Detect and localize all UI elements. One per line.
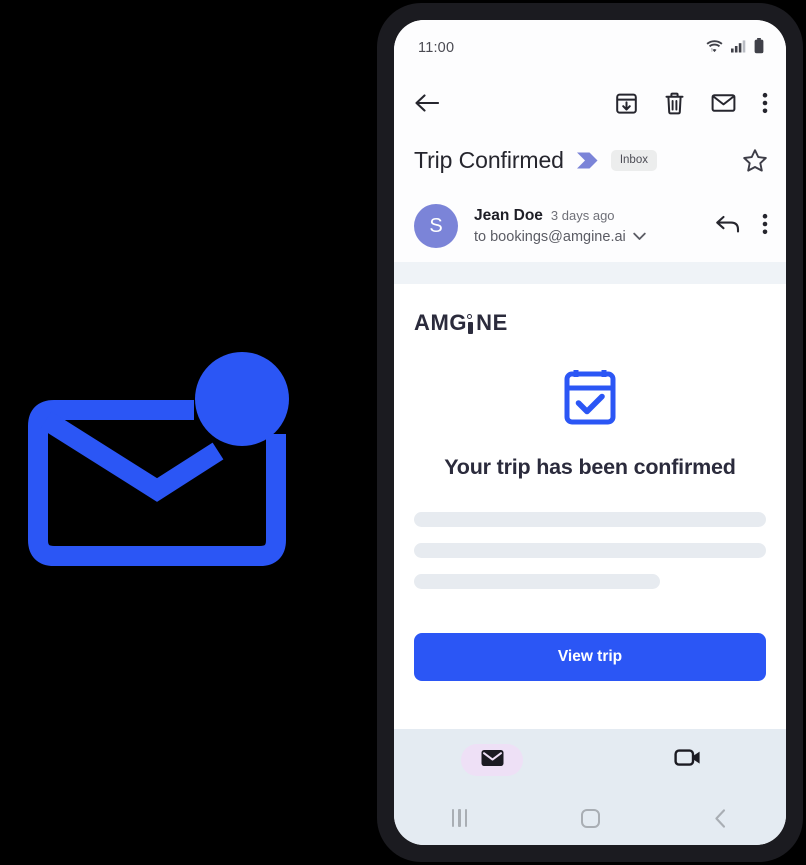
sender-row: S Jean Doe 3 days ago to bookings@amgine… [394, 190, 786, 262]
body-heading: Your trip has been confirmed [444, 455, 736, 479]
archive-icon[interactable] [615, 92, 638, 115]
email-subject: Trip Confirmed [414, 146, 564, 173]
android-system-nav [394, 791, 786, 845]
recents-icon[interactable] [394, 809, 525, 827]
illustration-panel [0, 0, 380, 865]
status-bar-time: 11:00 [418, 40, 455, 56]
battery-icon [754, 37, 764, 59]
svg-text:!: ! [711, 48, 712, 53]
subject-row: Trip Confirmed Inbox [394, 130, 786, 190]
hero-icon-wrap [414, 366, 766, 433]
app-bottom-nav [394, 729, 786, 791]
sender-name-line: Jean Doe 3 days ago [474, 207, 646, 225]
logo-prefix: AMG [414, 310, 468, 335]
envelope-with-notification-dot-icon [22, 308, 292, 573]
cellular-signal-icon [731, 39, 746, 58]
home-icon[interactable] [525, 808, 656, 828]
sender-meta: Jean Doe 3 days ago to bookings@amgine.a… [474, 207, 646, 246]
status-bar: 11:00 ! [394, 20, 786, 76]
toolbar-actions [615, 92, 768, 115]
home-glyph [580, 808, 600, 828]
email-action-toolbar [394, 76, 786, 130]
email-body: AMG NE Your trip has been confirmed View… [394, 284, 786, 729]
mark-unread-icon[interactable] [711, 93, 736, 113]
nav-item-meet[interactable] [590, 747, 786, 773]
video-camera-icon [674, 747, 702, 773]
sender-actions [715, 213, 768, 240]
body-placeholder-lines [414, 512, 766, 605]
status-bar-icons: ! [706, 37, 764, 59]
logo-suffix: NE [476, 310, 508, 335]
recipient-address: to bookings@amgine.ai [474, 228, 626, 245]
section-divider [394, 262, 786, 284]
chevron-down-icon[interactable] [633, 228, 646, 246]
placeholder-line [414, 574, 661, 589]
placeholder-line [414, 543, 766, 558]
wifi-icon: ! [706, 39, 723, 58]
nav-item-mail[interactable] [394, 744, 590, 776]
inbox-badge[interactable]: Inbox [610, 149, 657, 171]
more-vert-icon[interactable] [762, 92, 768, 114]
recents-glyph [451, 809, 467, 827]
label-chevron-icon [576, 151, 599, 170]
placeholder-line [414, 512, 766, 527]
view-trip-button[interactable]: View trip [414, 633, 766, 681]
phone-frame: 11:00 ! Trip Confirmed Inbox S Jean Doe … [377, 3, 803, 862]
back-button[interactable] [414, 92, 439, 114]
nav-mail-active-pill [461, 744, 523, 776]
phone-screen: 11:00 ! Trip Confirmed Inbox S Jean Doe … [394, 20, 786, 845]
sender-name: Jean Doe [474, 206, 543, 224]
delete-icon[interactable] [664, 92, 685, 115]
amgine-logo: AMG NE [414, 312, 766, 334]
more-vert-icon[interactable] [762, 213, 768, 240]
reply-icon[interactable] [715, 213, 740, 239]
email-timestamp: 3 days ago [550, 207, 615, 223]
back-chevron-icon[interactable] [655, 808, 786, 829]
star-outline-icon[interactable] [742, 148, 768, 173]
mail-filled-icon [480, 748, 505, 773]
avatar[interactable]: S [414, 204, 458, 248]
calendar-check-icon [560, 366, 620, 433]
recipient-line[interactable]: to bookings@amgine.ai [474, 228, 646, 246]
